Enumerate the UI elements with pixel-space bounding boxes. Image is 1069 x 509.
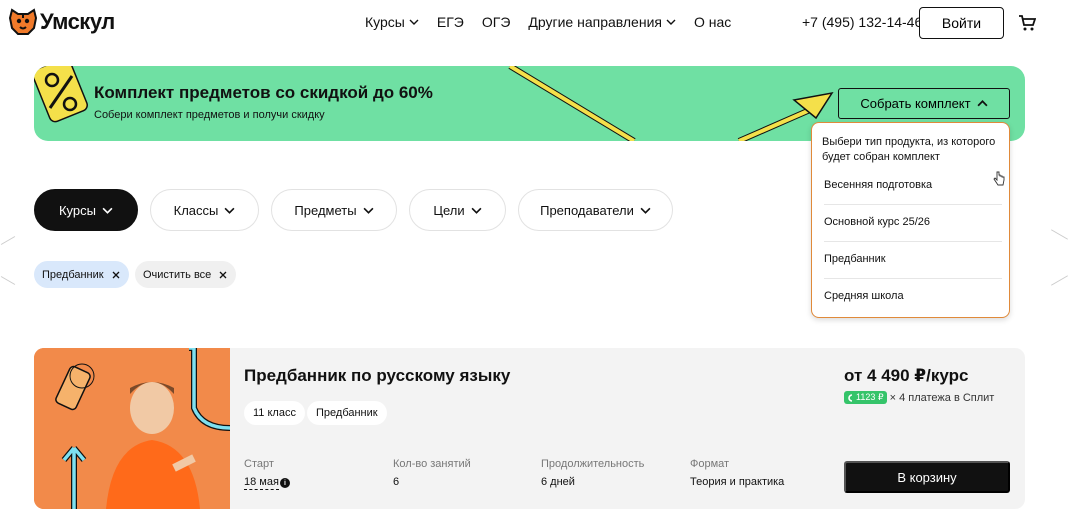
collect-set-label: Собрать комплект xyxy=(860,96,971,111)
course-image xyxy=(34,348,231,509)
filter-label: Цели xyxy=(433,202,465,218)
filter-teachers[interactable]: Преподаватели xyxy=(518,189,673,231)
nav-label: Курсы xyxy=(365,14,405,30)
logo-text: Умскул xyxy=(40,9,115,34)
course-price: от 4 490 ₽/курс xyxy=(844,366,969,385)
chip-label: Очистить все xyxy=(143,268,212,281)
phone-link[interactable]: +7 (495) 132-14-46 xyxy=(802,14,922,30)
dropdown-item[interactable]: Средняя школа xyxy=(824,290,1002,302)
dropdown-item[interactable]: Предбанник xyxy=(824,253,1002,265)
clear-all-chip[interactable]: Очистить все xyxy=(135,261,237,288)
course-card[interactable]: Предбанник по русскому языку 11 класс Пр… xyxy=(34,348,1025,509)
main-nav: Курсы ЕГЭ ОГЭ Другие направления О нас xyxy=(365,14,749,30)
meta-value-lessons: 6 xyxy=(393,476,400,488)
percent-icon xyxy=(34,66,88,123)
nav-item-ege[interactable]: ЕГЭ xyxy=(437,14,464,30)
nav-label: О нас xyxy=(693,14,732,30)
decorative-line xyxy=(1051,229,1068,240)
divider xyxy=(824,278,1002,279)
dropdown-item[interactable]: Весенняя подготовка xyxy=(824,179,1002,191)
close-icon[interactable] xyxy=(112,271,120,279)
decorative-line xyxy=(1051,275,1068,286)
nav-item-courses[interactable]: Курсы xyxy=(365,14,419,30)
promo-title: Комплект предметов со скидкой до 60% xyxy=(94,83,433,102)
filter-goals[interactable]: Цели xyxy=(409,189,506,231)
chevron-down-icon xyxy=(471,207,482,214)
nav-item-oge[interactable]: ОГЭ xyxy=(482,14,511,30)
nav-item-other-directions[interactable]: Другие направления xyxy=(528,14,676,30)
chevron-up-icon xyxy=(977,100,988,107)
course-illustration xyxy=(34,348,231,509)
hand-cursor-icon xyxy=(993,171,1005,186)
divider xyxy=(824,204,1002,205)
close-icon[interactable] xyxy=(219,271,227,279)
meta-label-format: Формат xyxy=(690,458,730,470)
chevron-down-icon xyxy=(409,19,419,25)
dropdown-heading: Выбери тип продукта, из которого будет с… xyxy=(822,136,996,163)
decorative-line xyxy=(0,236,16,245)
meta-value-duration: 6 дней xyxy=(541,476,575,488)
meta-value-format: Теория и практика xyxy=(690,476,785,488)
chevron-down-icon xyxy=(224,207,235,214)
active-filter-chip[interactable]: Предбанник xyxy=(34,261,129,288)
nav-label: Другие направления xyxy=(528,14,662,30)
split-text: × 4 платежа в Сплит xyxy=(889,391,995,404)
split-payment[interactable]: 1123 ₽ × 4 платежа в Сплит xyxy=(844,391,994,404)
filter-classes[interactable]: Классы xyxy=(150,189,259,231)
filter-label: Преподаватели xyxy=(540,202,634,218)
filter-label: Классы xyxy=(173,202,219,218)
tiger-logo-icon xyxy=(8,8,38,35)
filter-label: Курсы xyxy=(58,202,96,218)
split-badge: 1123 ₽ xyxy=(844,391,887,404)
site-header: Умскул Курсы ЕГЭ ОГЭ Другие направления … xyxy=(0,0,1069,46)
decorative-line xyxy=(0,276,16,285)
divider xyxy=(824,241,1002,242)
course-title[interactable]: Предбанник по русскому языку xyxy=(244,366,510,386)
chevron-down-icon xyxy=(363,207,374,214)
meta-label-start: Старт xyxy=(244,458,274,470)
meta-label-lessons: Кол-во занятий xyxy=(393,458,471,470)
nav-label: ОГЭ xyxy=(481,14,511,30)
split-logo-icon xyxy=(848,393,853,402)
chevron-down-icon xyxy=(102,207,113,214)
chip-label: Предбанник xyxy=(42,268,104,281)
promo-subtitle: Собери комплект предметов и получи скидк… xyxy=(94,109,325,121)
login-button[interactable]: Войти xyxy=(919,7,1004,39)
filter-courses[interactable]: Курсы xyxy=(34,189,138,231)
meta-label-duration: Продолжительность xyxy=(541,458,645,470)
split-amount: 1123 ₽ xyxy=(856,392,884,402)
collect-set-button[interactable]: Собрать комплект xyxy=(838,88,1010,119)
add-to-cart-button[interactable]: В корзину xyxy=(844,461,1010,493)
nav-item-about[interactable]: О нас xyxy=(694,14,731,30)
nav-label: ЕГЭ xyxy=(436,14,464,30)
filter-label: Предметы xyxy=(294,202,357,218)
cart-icon[interactable] xyxy=(1018,14,1036,32)
course-tag: 11 класс xyxy=(244,401,305,425)
course-tag: Предбанник xyxy=(307,401,387,425)
dropdown-item[interactable]: Основной курс 25/26 xyxy=(824,216,1002,228)
meta-value-start[interactable]: 18 мая xyxy=(244,476,279,490)
chevron-down-icon xyxy=(640,207,651,214)
arrow-decoration xyxy=(508,66,834,141)
logo[interactable]: Умскул xyxy=(8,8,115,36)
info-icon[interactable]: i xyxy=(280,478,290,488)
product-type-dropdown: Выбери тип продукта, из которого будет с… xyxy=(811,122,1010,318)
filter-subjects[interactable]: Предметы xyxy=(271,189,397,231)
chevron-down-icon xyxy=(666,19,676,25)
